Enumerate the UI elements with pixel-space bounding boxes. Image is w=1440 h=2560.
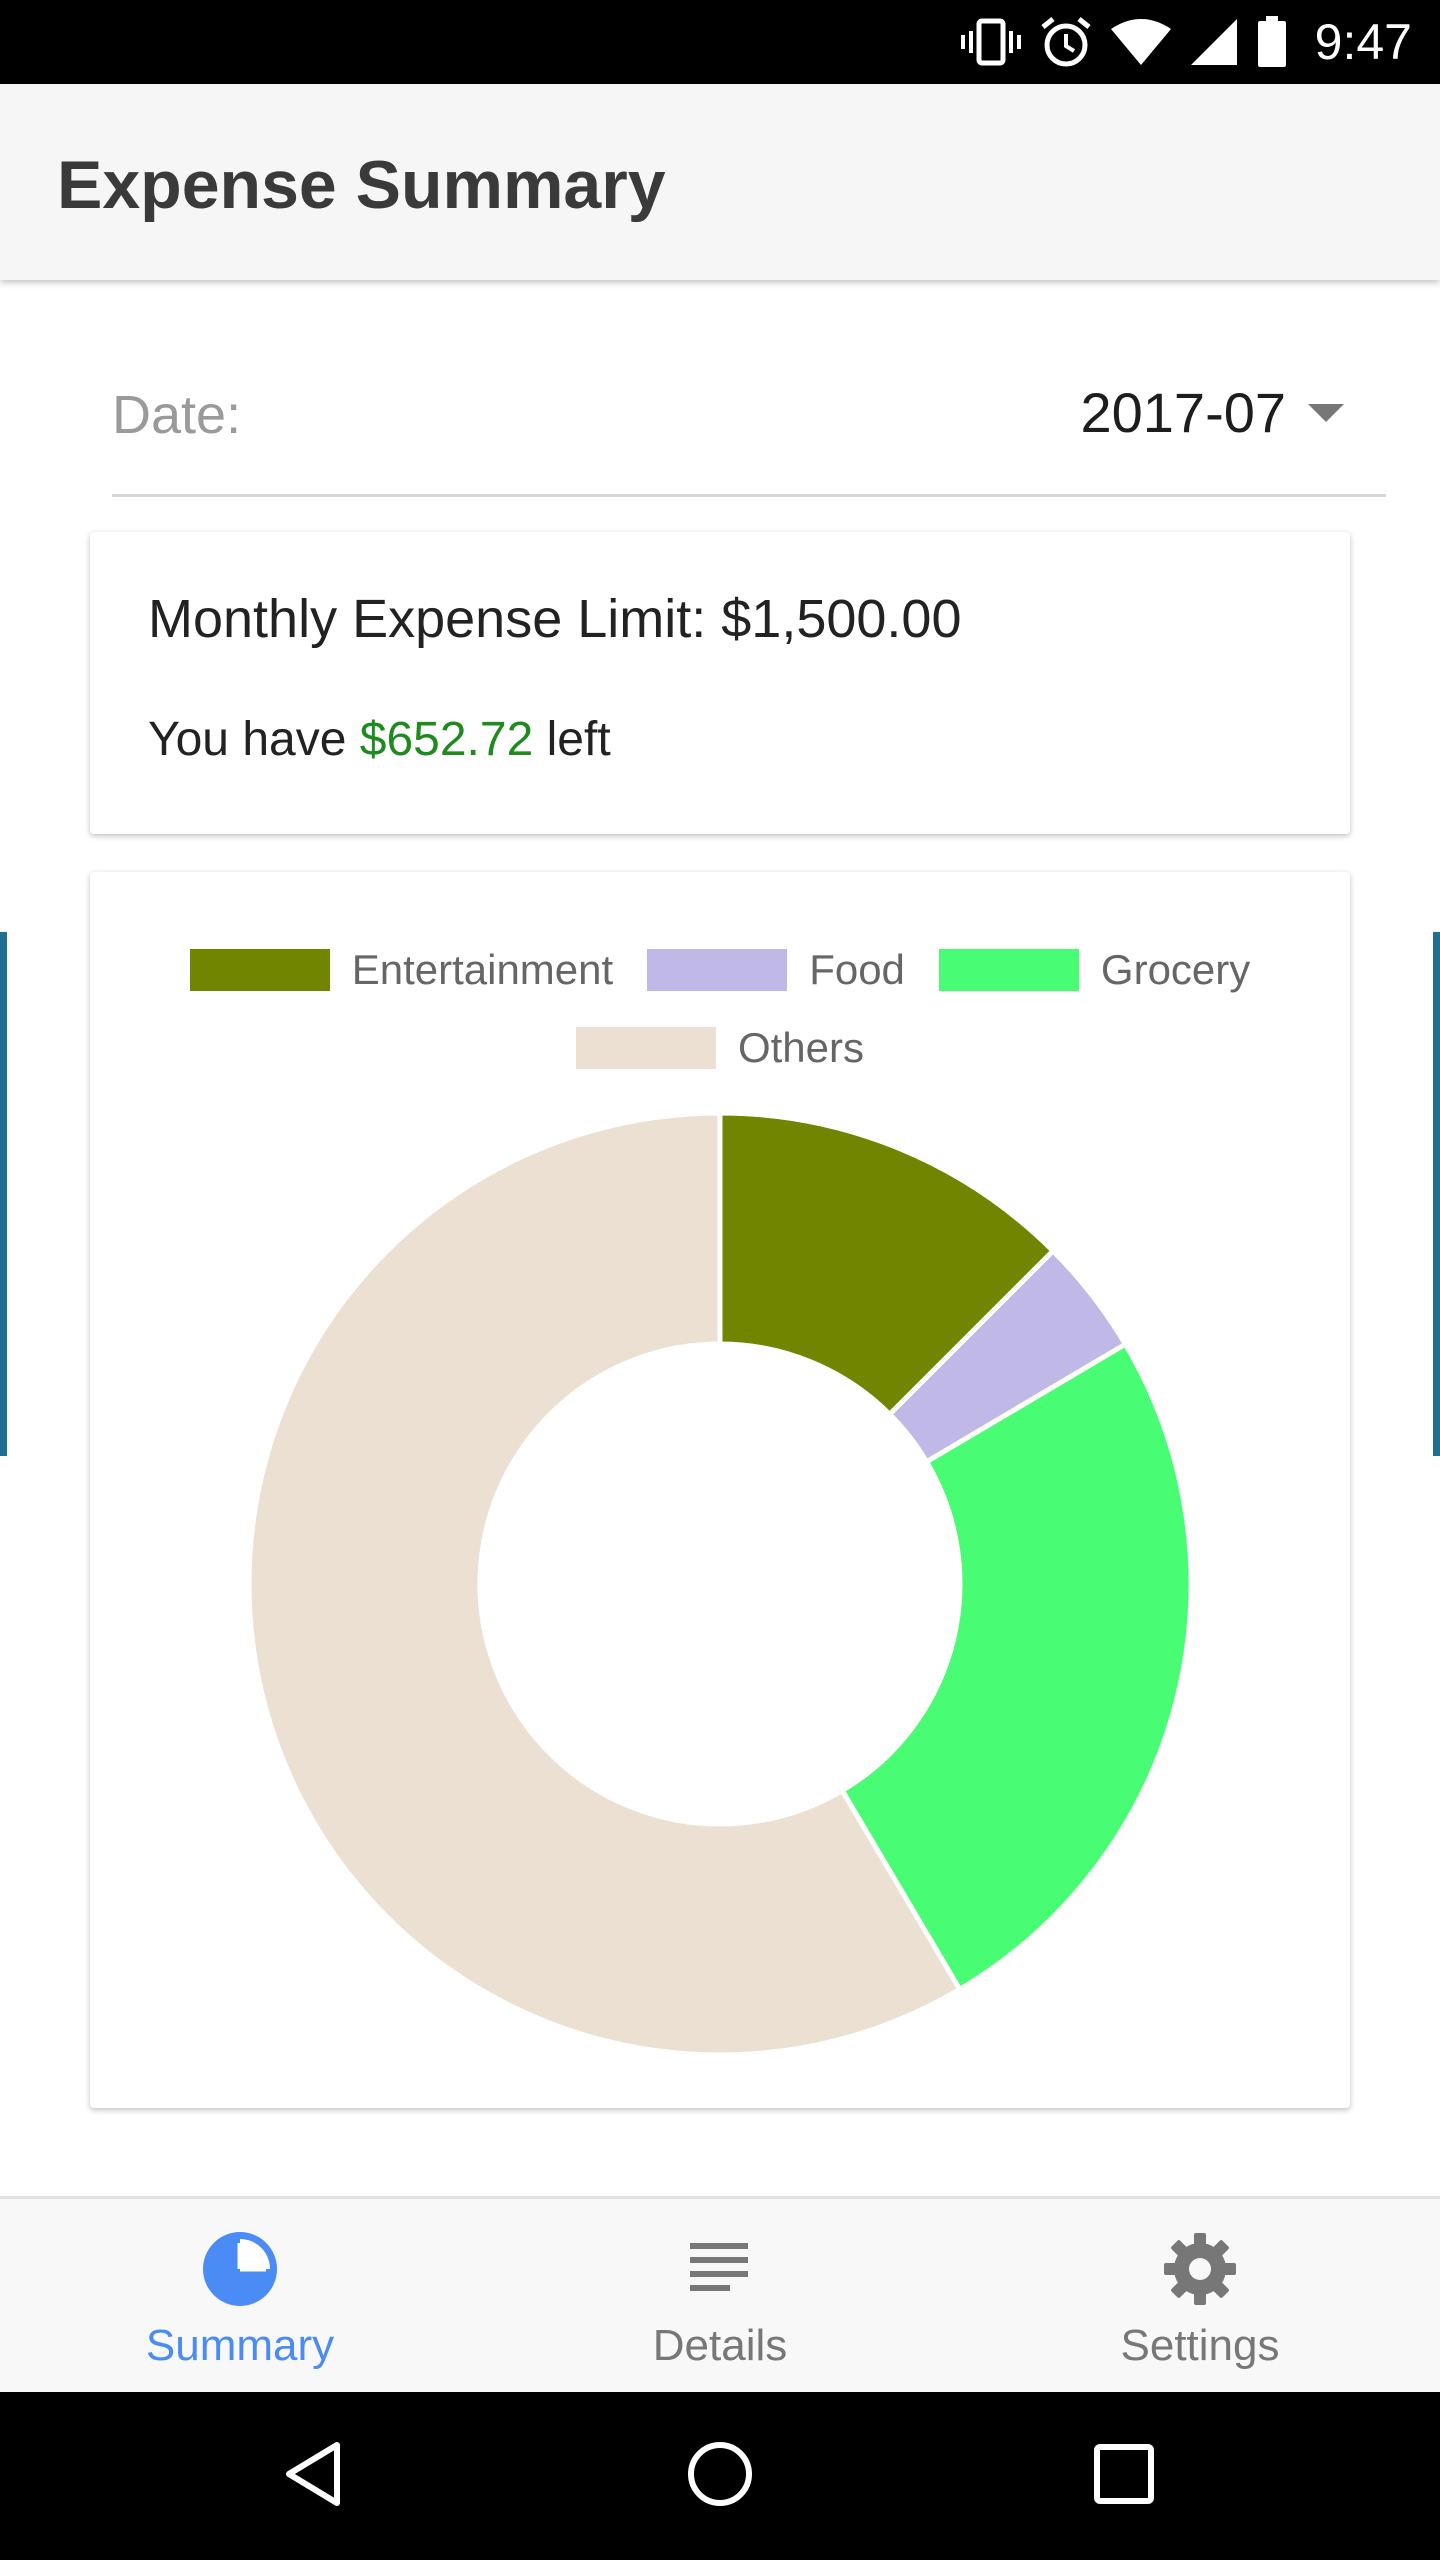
app-bar: Expense Summary [0, 84, 1440, 280]
remaining-suffix: left [533, 713, 611, 766]
back-icon [281, 2439, 351, 2514]
recents-button[interactable] [1044, 2392, 1204, 2560]
wifi-icon [1110, 17, 1171, 67]
remaining-prefix: You have [148, 713, 360, 766]
expense-chart-card: Entertainment Food Grocery Others [90, 872, 1350, 2108]
right-edge-indicator [1433, 932, 1440, 1456]
pie-chart-icon [200, 2229, 280, 2314]
caret-down-icon [1308, 403, 1344, 422]
system-navigation-bar [0, 2392, 1440, 2560]
monthly-limit-text: Monthly Expense Limit: $1,500.00 [148, 589, 962, 649]
nav-details-label: Details [652, 2321, 788, 2370]
signal-icon [1189, 17, 1239, 67]
status-icons: 9:47 [960, 0, 1412, 84]
nav-details[interactable]: Details [480, 2199, 960, 2395]
expense-limit-card: Monthly Expense Limit: $1,500.00 You hav… [90, 532, 1350, 834]
clock-time: 9:47 [1314, 14, 1412, 70]
left-edge-indicator [0, 932, 7, 1456]
date-filter-row: Date: 2017-07 [112, 360, 1386, 497]
alarm-icon [1039, 15, 1093, 69]
date-value: 2017-07 [1080, 381, 1286, 444]
back-button[interactable] [236, 2392, 396, 2560]
gear-icon [1160, 2229, 1240, 2314]
list-icon [680, 2229, 760, 2314]
home-icon [685, 2439, 755, 2514]
date-dropdown[interactable]: 2017-07 [1080, 380, 1344, 445]
battery-icon [1257, 16, 1287, 68]
home-button[interactable] [640, 2392, 800, 2560]
nav-summary[interactable]: Summary [0, 2199, 480, 2395]
remaining-text: You have $652.72 left [148, 712, 611, 767]
nav-settings-label: Settings [1120, 2321, 1280, 2370]
expense-donut-chart [246, 1110, 1194, 2058]
page-title: Expense Summary [57, 147, 666, 223]
nav-settings[interactable]: Settings [960, 2199, 1440, 2395]
bottom-navigation: Summary Details Settings [0, 2196, 1440, 2395]
vibrate-icon [960, 17, 1021, 67]
remaining-amount: $652.72 [359, 713, 534, 766]
date-label: Date: [112, 385, 242, 445]
recents-icon [1089, 2439, 1159, 2514]
status-bar: 9:47 [0, 0, 1440, 84]
nav-summary-label: Summary [145, 2321, 335, 2370]
